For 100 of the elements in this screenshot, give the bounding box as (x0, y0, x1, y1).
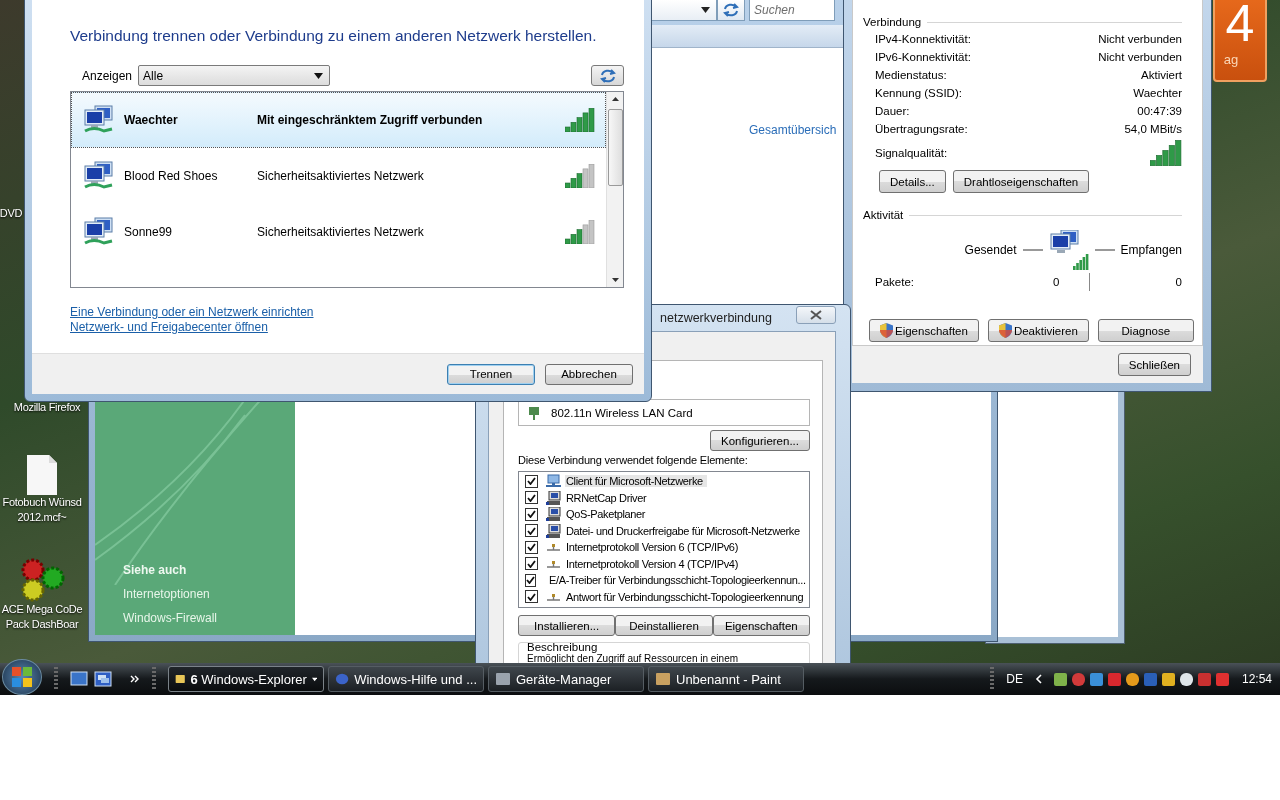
checkbox[interactable] (525, 474, 538, 488)
tray-icon[interactable] (1124, 671, 1140, 687)
network-activity-icon (1048, 230, 1089, 270)
dialog-button[interactable]: Drahtloseigenschaften (952, 170, 1090, 193)
link[interactable]: Eine Verbindung oder ein Netzwerk einrichten (70, 305, 314, 319)
scroll-up-icon[interactable] (611, 97, 619, 101)
close-button[interactable] (796, 306, 836, 324)
checkbox[interactable] (525, 507, 538, 521)
checkbox[interactable] (525, 491, 538, 505)
dialog-button[interactable]: Installieren... (518, 615, 616, 636)
dialog-button[interactable]: Abbrechen (545, 363, 633, 385)
language-indicator[interactable]: DE (1006, 672, 1023, 686)
group-heading: Verbindung (863, 16, 922, 28)
list-item[interactable]: RRNetCap Driver (565, 491, 651, 504)
desktop-icon-label[interactable]: Pack DashBoar (5, 617, 79, 632)
desktop-icon-label[interactable]: ACE Mega CoDe (1, 602, 83, 617)
field-value: Nicht verbunden (1098, 33, 1182, 45)
list-item[interactable]: Datei- und Druckerfreigabe für Microsoft-Netzwerke (565, 524, 804, 537)
chevron-icon[interactable] (1034, 674, 1043, 684)
overview-link[interactable]: Gesamtübersich (749, 123, 837, 137)
received-label: Empfangen (1120, 243, 1182, 257)
list-item[interactable]: Internetprotokoll Version 4 (TCP/IPv4) (565, 557, 742, 570)
network-client-icon (546, 474, 561, 489)
clock[interactable]: 12:54 (1241, 672, 1272, 686)
chevron-icon[interactable] (130, 675, 140, 683)
field-label: Kennung (SSID): (875, 87, 962, 99)
desktop-icon-label[interactable]: DVD (0, 206, 23, 221)
checkbox[interactable] (525, 540, 538, 554)
calendar-gadget[interactable]: 4 ag (1213, 0, 1267, 82)
search-field[interactable]: Suchen (749, 0, 835, 21)
filter-label: Anzeigen (82, 68, 133, 83)
desktop-icon-label[interactable]: Fotobuch Wünsd (2, 495, 82, 510)
app-icon (335, 671, 350, 687)
desktop-icon-label[interactable]: Mozilla Firefox (13, 400, 81, 415)
list-item[interactable]: Antwort für Verbindungsschicht-Topologieerkennung (565, 590, 808, 603)
network-adapter-icon (527, 405, 541, 420)
network-row[interactable]: Blood Red Shoes Sicherheitsaktiviertes Netzwerk (71, 148, 606, 204)
scrollbar[interactable] (606, 92, 623, 287)
dialog-button[interactable]: Details... (879, 170, 946, 193)
field-value: 00:47:39 (1137, 105, 1182, 117)
link[interactable]: Netzwerk- und Freigabecenter öffnen (70, 320, 268, 334)
gadget-digit: 4 (1225, 0, 1255, 52)
field-value: Waechter (1133, 87, 1182, 99)
network-row[interactable]: Sonne99 Sicherheitsaktiviertes Netzwerk (71, 204, 606, 260)
field-label: Übertragungsrate: (875, 123, 968, 135)
dialog-button[interactable]: Deinstallieren (615, 615, 713, 636)
computer-service-icon (546, 490, 561, 505)
adapter-name: 802.11n Wireless LAN Card (551, 406, 693, 419)
list-item[interactable]: Client für Microsoft-Netzwerke (565, 475, 707, 488)
refresh-button[interactable] (717, 0, 745, 21)
field-label: Medienstatus: (875, 69, 947, 81)
caret-icon[interactable] (311, 676, 317, 682)
checkbox[interactable] (525, 590, 538, 604)
network-status: Mit eingeschränktem Zugriff verbunden (257, 113, 484, 127)
refresh-icon (599, 68, 616, 83)
field-label: Dauer: (875, 105, 910, 117)
dialog-button[interactable]: Eigenschaften (712, 615, 810, 636)
dialog-button[interactable]: Trennen (447, 363, 535, 385)
checkbox[interactable] (525, 573, 536, 587)
desktop-icon-label[interactable]: 2012.mcf~ (17, 510, 67, 525)
taskbar-button[interactable]: Geräte-Manager (488, 666, 644, 692)
dialog-button[interactable]: Eigenschaften (869, 319, 979, 342)
checkbox[interactable] (525, 557, 538, 571)
group-heading: Beschreibung (527, 641, 598, 653)
checkbox[interactable] (525, 524, 538, 538)
dialog-button[interactable]: Diagnose (1097, 319, 1194, 342)
dialog-button[interactable]: Deaktivieren (987, 319, 1089, 342)
configure-button[interactable]: Konfigurieren... (710, 430, 810, 451)
field-value: Nicht verbunden (1098, 51, 1182, 63)
tray-icon[interactable] (1052, 671, 1068, 687)
list-caption: Diese Verbindung verwendet folgende Elemente: (518, 454, 749, 466)
taskbar-button[interactable]: Unbenannt - Paint (648, 666, 804, 692)
gears-icon[interactable] (19, 558, 65, 602)
taskbar-button[interactable]: 6 Windows-Explorer (168, 666, 324, 692)
start-button[interactable] (2, 659, 42, 695)
dropdown-arrow-icon[interactable] (701, 7, 710, 13)
field-label: Signalqualität: (875, 147, 948, 159)
network-name: Sonne99 (124, 225, 174, 239)
computer-service-icon (546, 523, 561, 538)
network-status: Sicherheitsaktiviertes Netzwerk (257, 169, 425, 183)
list-item[interactable]: E/A-Treiber für Verbindungsschicht-Topologieerkennun... (548, 574, 810, 587)
tray-icon[interactable] (1160, 671, 1176, 687)
network-name: Waechter (124, 113, 179, 127)
list-item[interactable]: Internetprotokoll Version 6 (TCP/IPv6) (565, 541, 742, 554)
see-also-heading: Siehe auch (123, 563, 188, 577)
dialog-heading: Verbindung trennen oder Verbindung zu einem anderen Netzwerk herstellen. (70, 27, 598, 45)
file-icon[interactable] (27, 455, 57, 495)
refresh-button[interactable] (591, 65, 624, 86)
tray-icon[interactable] (1178, 671, 1194, 687)
network-row[interactable]: Waechter Mit eingeschränktem Zugriff verbunden (71, 92, 606, 148)
list-item[interactable]: QoS-Paketplaner (565, 508, 650, 521)
switch-windows-icon[interactable] (94, 671, 112, 687)
field-value: 54,0 MBit/s (1124, 123, 1182, 135)
close-button[interactable]: Schließen (1117, 353, 1191, 376)
shield-icon (880, 323, 893, 338)
show-desktop-icon[interactable] (70, 671, 88, 687)
scroll-down-icon[interactable] (611, 278, 619, 282)
filter-dropdown[interactable]: Alle (138, 65, 331, 86)
taskbar-button[interactable]: Windows-Hilfe und ... (328, 666, 484, 692)
caret-icon (314, 72, 324, 79)
